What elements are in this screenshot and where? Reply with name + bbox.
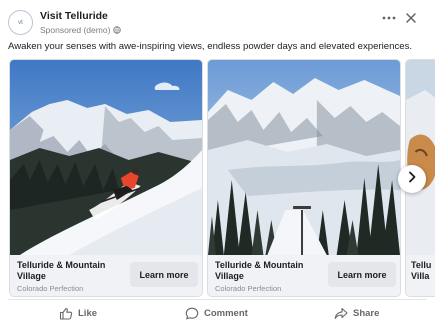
card-subtitle: Colorado Perfection (17, 284, 84, 293)
ad-carousel[interactable]: Telluride & Mountain Village Colorado Pe… (0, 59, 435, 299)
card-image-partial[interactable] (406, 60, 435, 255)
carousel-card[interactable]: Telluride & Mountain Village Colorado Pe… (9, 59, 203, 297)
actions-divider (8, 299, 427, 300)
comment-label: Comment (204, 307, 248, 319)
comment-button[interactable]: Comment (185, 304, 248, 322)
card-footer: Telluride & Mountain Village Colorado Pe… (10, 255, 202, 296)
card-footer: Telluride & Mountain Village Colorado Pe… (208, 255, 400, 296)
page-name[interactable]: Visit Telluride (40, 10, 108, 22)
share-icon (334, 307, 348, 320)
thumbs-up-icon (59, 307, 73, 320)
card-title[interactable]: Telluride & Mountain Village (17, 260, 122, 282)
card-title[interactable]: Telluride & Mountain Village (215, 260, 320, 282)
close-icon[interactable] (404, 11, 418, 25)
carousel-card[interactable]: Telluride & Mountain Village Colorado Pe… (207, 59, 401, 297)
card-image-skier[interactable] (10, 60, 202, 255)
sponsored-label: Sponsored (demo) (40, 25, 122, 35)
card-subtitle: Colorado Perfection (215, 284, 282, 293)
sponsored-text: Sponsored (demo) (40, 25, 111, 35)
learn-more-button[interactable]: Learn more (130, 262, 198, 287)
page-avatar[interactable]: vt (8, 10, 33, 35)
share-label: Share (353, 307, 380, 319)
sponsored-post: vt Visit Telluride Sponsored (demo) Awak… (0, 0, 435, 324)
post-caption: Awaken your senses with awe-inspiring vi… (8, 41, 413, 52)
share-button[interactable]: Share (334, 304, 379, 322)
more-options-icon[interactable] (381, 11, 397, 25)
like-label: Like (78, 307, 98, 319)
chevron-right-icon (407, 170, 417, 188)
comment-icon (185, 307, 199, 320)
card-footer: Tellu Villa (406, 255, 435, 296)
learn-more-button[interactable]: Learn more (328, 262, 396, 287)
card-image-valley[interactable] (208, 60, 400, 255)
globe-icon (113, 26, 122, 34)
like-button[interactable]: Like (59, 304, 97, 322)
card-title-partial[interactable]: Tellu Villa (411, 260, 435, 282)
carousel-next-button[interactable] (398, 165, 426, 193)
avatar-logo-text: vt (18, 19, 23, 26)
